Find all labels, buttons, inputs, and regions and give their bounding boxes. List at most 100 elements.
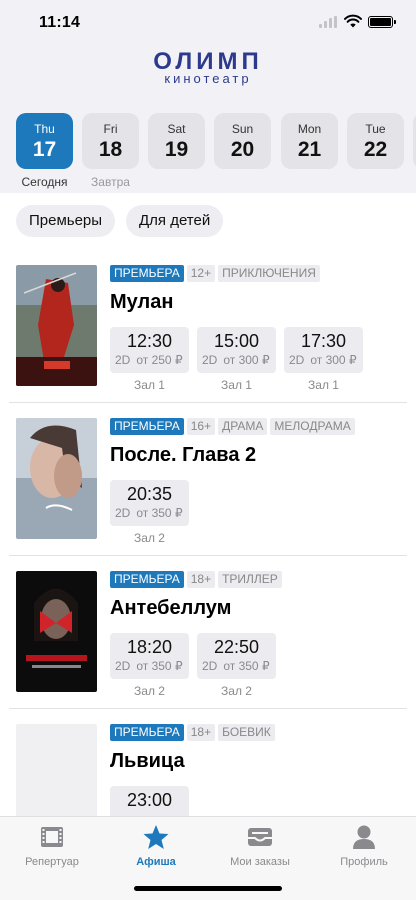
session-time: 15:00 — [213, 331, 260, 351]
date-weekday: Tue — [365, 122, 386, 136]
session-time: 18:20 — [126, 637, 173, 657]
session-price: от 250 ₽ — [136, 353, 183, 367]
session-format: 2D — [202, 659, 218, 673]
session-time: 12:30 — [126, 331, 173, 351]
movie-poster[interactable] — [16, 265, 97, 386]
tab-bar: Репертуар Афиша Мои заказы Профиль — [0, 816, 416, 900]
tab-my-orders[interactable]: Мои заказы — [208, 823, 312, 868]
date-weekday: Sun — [231, 122, 254, 136]
movie-title[interactable]: После. Глава 2 — [110, 444, 256, 467]
filter-premieres-chip[interactable]: Премьеры — [16, 205, 116, 237]
tab-profile[interactable]: Профиль — [312, 823, 416, 868]
date-day: 21 — [297, 138, 322, 161]
session-time: 17:30 — [300, 331, 347, 351]
person-icon — [353, 825, 375, 849]
date-day: 18 — [98, 138, 123, 161]
tab-label: Мои заказы — [230, 856, 290, 868]
premiere-badge: ПРЕМЬЕРА — [110, 265, 184, 282]
date-caption: Сегодня — [21, 175, 68, 189]
premiere-badge: ПРЕМЬЕРА — [110, 571, 184, 588]
movie-card[interactable]: ПРЕМЬЕРА 18+ ТРИЛЛЕР Антебеллум 18:20 2D от … — [0, 556, 416, 709]
genre-badge: ПРИКЛЮЧЕНИЯ — [218, 265, 320, 282]
date-day: 20 — [230, 138, 255, 161]
session-time: 23:00 — [126, 790, 173, 810]
date-selector: Thu 17 Сегодня Fri 18 Завтра Sat 19 Sun 20 M… — [16, 113, 416, 193]
tab-afisha[interactable]: Афиша — [104, 823, 208, 868]
movie-tags: ПРЕМЬЕРА 18+ ТРИЛЛЕР — [110, 571, 285, 589]
wifi-icon — [344, 14, 362, 28]
date-item[interactable]: Fri 18 Завтра — [82, 113, 139, 189]
genre-badge: ДРАМА — [218, 418, 268, 435]
date-weekday: Fri — [103, 122, 118, 136]
movie-tags: ПРЕМЬЕРА 16+ ДРАМА МЕЛОДРАМА — [110, 418, 358, 436]
session-button[interactable]: 15:00 2D от 300 ₽ Зал 1 — [197, 327, 276, 392]
cellular-signal-icon — [319, 16, 337, 28]
premiere-badge: ПРЕМЬЕРА — [110, 418, 184, 435]
movie-title[interactable]: Антебеллум — [110, 597, 231, 620]
movie-title[interactable]: Львица — [110, 750, 185, 773]
session-format: 2D — [115, 506, 131, 520]
movie-card[interactable]: ПРЕМЬЕРА 12+ ПРИКЛЮЧЕНИЯ Мулан 12:30 2D от 2… — [0, 250, 416, 403]
date-weekday: Sat — [167, 122, 186, 136]
age-rating-badge: 16+ — [186, 418, 216, 435]
date-day: 17 — [32, 138, 57, 161]
movie-tags: ПРЕМЬЕРА 12+ ПРИКЛЮЧЕНИЯ — [110, 265, 323, 283]
tab-label: Репертуар — [25, 856, 79, 868]
session-hall: Зал 1 — [221, 378, 252, 392]
session-time: 22:50 — [213, 637, 260, 657]
battery-icon — [368, 16, 396, 28]
session-format: 2D — [115, 659, 131, 673]
logo-subtitle: кинотеатр — [164, 71, 252, 86]
date-weekday: Thu — [34, 122, 55, 136]
date-item[interactable]: Thu 17 Сегодня — [16, 113, 73, 189]
movie-poster[interactable] — [16, 418, 97, 539]
filter-kids-chip[interactable]: Для детей — [126, 205, 224, 237]
session-price: от 350 ₽ — [136, 506, 183, 520]
date-item[interactable]: Sun 20 — [214, 113, 271, 175]
tray-icon — [248, 828, 272, 846]
session-price: от 300 ₽ — [310, 353, 357, 367]
premiere-badge: ПРЕМЬЕРА — [110, 724, 184, 741]
status-bar: 11:14 — [0, 0, 416, 46]
session-hall: Зал 2 — [134, 684, 165, 698]
session-format: 2D — [115, 353, 131, 367]
movie-card[interactable]: ПРЕМЬЕРА 16+ ДРАМА МЕЛОДРАМА После. Глава 2… — [0, 403, 416, 556]
genre-badge: МЕЛОДРАМА — [270, 418, 355, 435]
session-button[interactable]: 12:30 2D от 250 ₽ Зал 1 — [110, 327, 189, 392]
home-indicator — [134, 886, 282, 891]
date-item[interactable]: Tue 22 — [347, 113, 404, 175]
star-icon — [143, 825, 169, 849]
genre-badge: БОЕВИК — [218, 724, 275, 741]
session-price: от 350 ₽ — [223, 659, 270, 673]
movie-title[interactable]: Мулан — [110, 291, 173, 314]
session-hall: Зал 1 — [134, 378, 165, 392]
session-button[interactable]: 18:20 2D от 350 ₽ Зал 2 — [110, 633, 189, 698]
session-hall: Зал 2 — [221, 684, 252, 698]
session-button[interactable]: 17:30 2D от 300 ₽ Зал 1 — [284, 327, 363, 392]
date-item[interactable]: Mon 21 — [281, 113, 338, 175]
tab-label: Афиша — [136, 856, 176, 868]
age-rating-badge: 12+ — [186, 265, 216, 282]
session-time: 20:35 — [126, 484, 173, 504]
movie-tags: ПРЕМЬЕРА 18+ БОЕВИК — [110, 724, 278, 742]
film-icon — [41, 827, 63, 847]
session-format: 2D — [202, 353, 218, 367]
session-hall: Зал 1 — [308, 378, 339, 392]
session-price: от 350 ₽ — [136, 659, 183, 673]
cinema-logo: ОЛИМП кинотеатр — [0, 50, 416, 86]
age-rating-badge: 18+ — [186, 724, 216, 741]
movie-poster[interactable] — [16, 571, 97, 692]
date-day: 22 — [363, 138, 388, 161]
session-price: от 300 ₽ — [223, 353, 270, 367]
age-rating-badge: 18+ — [186, 571, 216, 588]
tab-label: Профиль — [340, 856, 388, 868]
session-button[interactable]: 22:50 2D от 350 ₽ Зал 2 — [197, 633, 276, 698]
session-format: 2D — [289, 353, 305, 367]
date-day: 19 — [164, 138, 189, 161]
date-caption: Завтра — [91, 175, 130, 189]
date-item[interactable]: Sat 19 — [148, 113, 205, 175]
session-button[interactable]: 20:35 2D от 350 ₽ Зал 2 — [110, 480, 189, 545]
date-weekday: Mon — [297, 122, 322, 136]
session-hall: Зал 2 — [134, 531, 165, 545]
tab-repertoire[interactable]: Репертуар — [0, 823, 104, 868]
